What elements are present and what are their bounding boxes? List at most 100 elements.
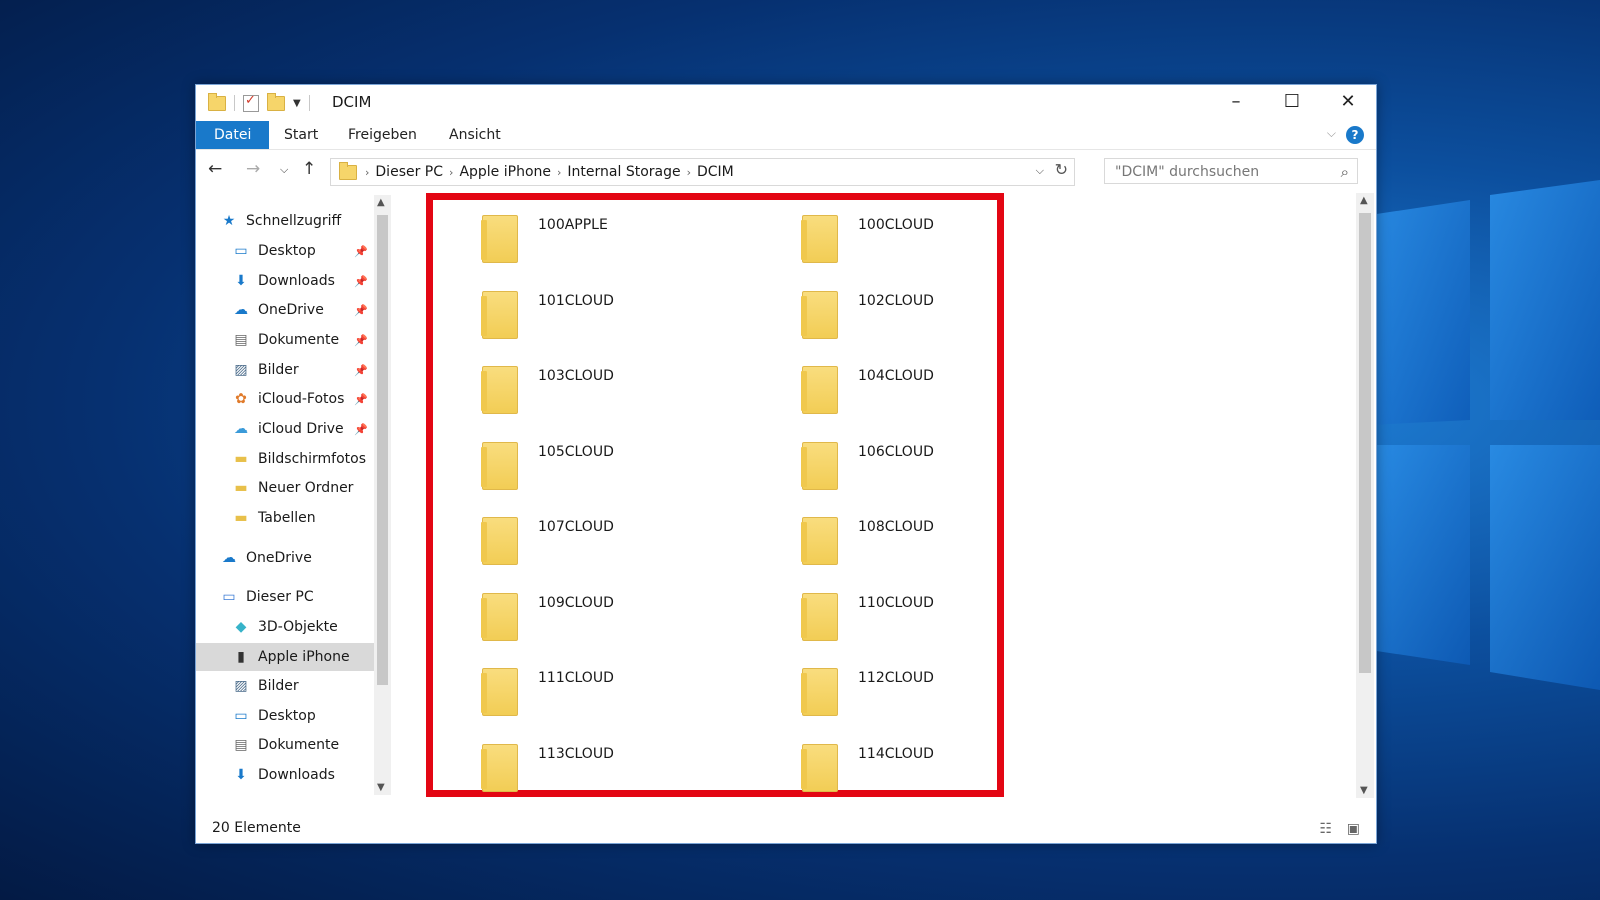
sidebar-item-desktop[interactable]: ▭ Desktop 📌 xyxy=(196,237,374,265)
sidebar-item-bildschirmfotos[interactable]: ▬ Bildschirmfotos xyxy=(196,445,374,473)
folder-name: 106CLOUD xyxy=(858,443,934,460)
sidebar-item-bilder[interactable]: ▨ Bilder 📌 xyxy=(196,356,374,384)
pin-icon[interactable]: 📌 xyxy=(354,423,368,436)
computer-icon: ▭ xyxy=(222,589,236,605)
folder-icon xyxy=(801,743,838,792)
sidebar-item-label: iCloud Drive xyxy=(258,421,344,437)
pin-icon[interactable]: 📌 xyxy=(354,334,368,347)
properties-icon[interactable] xyxy=(243,93,259,112)
sidebar-item-onedrive[interactable]: ☁ OneDrive 📌 xyxy=(196,296,374,324)
close-button[interactable]: ✕ xyxy=(1320,85,1376,117)
sidebar-item-label: Dieser PC xyxy=(246,589,314,605)
sidebar-item-downloads[interactable]: ⬇ Downloads 📌 xyxy=(196,267,374,295)
pin-icon[interactable]: 📌 xyxy=(354,245,368,258)
details-view-icon[interactable]: ☷ xyxy=(1319,821,1332,837)
sidebar-item-tabellen[interactable]: ▬ Tabellen xyxy=(196,504,374,532)
sidebar-item-bilder[interactable]: ▨ Bilder xyxy=(196,672,374,700)
breadcrumb-internal-storage[interactable]: Internal Storage xyxy=(567,164,680,180)
sidebar-item-desktop[interactable]: ▭ Desktop xyxy=(196,702,374,730)
sidebar-item-dieser-pc[interactable]: ▭ Dieser PC xyxy=(196,583,374,611)
folder-item[interactable]: 100APPLE xyxy=(466,205,756,265)
folder-item[interactable]: 109CLOUD xyxy=(466,583,756,643)
folder-item[interactable]: 111CLOUD xyxy=(466,658,756,718)
folder-item[interactable]: 112CLOUD xyxy=(786,658,1076,718)
folder-name: 101CLOUD xyxy=(538,292,614,309)
folder-item[interactable]: 114CLOUD xyxy=(786,734,1076,794)
scroll-down-icon[interactable]: ▼ xyxy=(377,782,385,793)
folder-item[interactable]: 105CLOUD xyxy=(466,432,756,492)
pin-icon[interactable]: 📌 xyxy=(354,275,368,288)
new-folder-icon[interactable] xyxy=(267,92,285,111)
folder-item[interactable]: 106CLOUD xyxy=(786,432,1076,492)
photos-icon: ✿ xyxy=(235,391,247,407)
pin-icon[interactable]: 📌 xyxy=(354,393,368,406)
customize-toolbar-icon[interactable]: ▼ xyxy=(293,98,301,109)
sidebar-item-neuer-ordner[interactable]: ▬ Neuer Ordner xyxy=(196,474,374,502)
large-icons-view-icon[interactable]: ▣ xyxy=(1347,821,1360,837)
chevron-right-icon[interactable]: › xyxy=(365,166,369,179)
sidebar-item-onedrive[interactable]: ☁ OneDrive xyxy=(196,544,374,572)
folder-item[interactable]: 103CLOUD xyxy=(466,356,756,416)
document-icon: ▤ xyxy=(234,737,248,753)
folder-item[interactable]: 107CLOUD xyxy=(466,507,756,567)
breadcrumb-apple-iphone[interactable]: Apple iPhone xyxy=(459,164,551,180)
chevron-right-icon[interactable]: › xyxy=(557,166,561,179)
tab-freigeben[interactable]: Freigeben xyxy=(346,121,419,149)
scroll-thumb[interactable] xyxy=(377,215,388,685)
minimize-button[interactable]: – xyxy=(1208,85,1264,117)
folder-item[interactable]: 104CLOUD xyxy=(786,356,1076,416)
breadcrumb-dieser-pc[interactable]: Dieser PC xyxy=(375,164,443,180)
forward-icon[interactable]: → xyxy=(246,159,260,179)
sidebar-item-icloud-drive[interactable]: ☁ iCloud Drive 📌 xyxy=(196,415,374,443)
sidebar-item-apple-iphone[interactable]: ▮ Apple iPhone xyxy=(196,643,374,671)
sidebar-item-dokumente[interactable]: ▤ Dokumente xyxy=(196,731,374,759)
sidebar-item-dokumente[interactable]: ▤ Dokumente 📌 xyxy=(196,326,374,354)
sidebar-item-3d-objekte[interactable]: ◆ 3D-Objekte xyxy=(196,613,374,641)
search-icon[interactable]: ⌕ xyxy=(1341,159,1349,185)
folder-item[interactable]: 101CLOUD xyxy=(466,281,756,341)
folder-item[interactable]: 113CLOUD xyxy=(466,734,756,794)
folder-icon xyxy=(339,161,357,180)
tab-start[interactable]: Start xyxy=(282,121,320,149)
breadcrumb-dcim[interactable]: DCIM xyxy=(697,164,734,180)
up-icon[interactable]: ↑ xyxy=(302,159,316,179)
folder-item[interactable]: 100CLOUD xyxy=(786,205,1076,265)
folder-name: 109CLOUD xyxy=(538,594,614,611)
maximize-button[interactable]: ☐ xyxy=(1264,85,1320,117)
scroll-down-icon[interactable]: ▼ xyxy=(1360,785,1368,796)
sidebar-scrollbar[interactable]: ▲ ▼ xyxy=(374,195,391,795)
scroll-up-icon[interactable]: ▲ xyxy=(1360,195,1368,206)
address-bar[interactable]: › Dieser PC › Apple iPhone › Internal St… xyxy=(330,158,1075,186)
expand-ribbon-icon[interactable]: ⌵ xyxy=(1327,126,1336,141)
back-icon[interactable]: ← xyxy=(208,159,222,179)
recent-locations-icon[interactable]: ⌵ xyxy=(280,163,288,177)
star-icon: ★ xyxy=(222,213,236,229)
title-bar: ▼ DCIM – ☐ ✕ xyxy=(196,85,1376,119)
folder-item[interactable]: 108CLOUD xyxy=(786,507,1076,567)
address-history-icon[interactable]: ⌵ xyxy=(1036,164,1044,178)
pin-icon[interactable]: 📌 xyxy=(354,364,368,377)
tab-datei[interactable]: Datei xyxy=(196,121,270,149)
chevron-right-icon[interactable]: › xyxy=(449,166,453,179)
folder-icon xyxy=(801,592,838,641)
sidebar-item-label: Desktop xyxy=(258,708,316,724)
sidebar-item-icloud-fotos[interactable]: ✿ iCloud-Fotos 📌 xyxy=(196,385,374,413)
sidebar-item-schnellzugriff[interactable]: ★ Schnellzugriff xyxy=(196,207,374,235)
content-scrollbar[interactable]: ▲ ▼ xyxy=(1356,193,1374,798)
help-icon[interactable]: ? xyxy=(1346,126,1364,144)
document-icon: ▤ xyxy=(234,332,248,348)
folder-icon xyxy=(481,517,518,565)
sidebar-item-label: Dokumente xyxy=(258,737,340,753)
folder-item[interactable]: 102CLOUD xyxy=(786,281,1076,341)
sidebar-item-downloads[interactable]: ⬇ Downloads xyxy=(196,761,374,789)
search-input[interactable]: "DCIM" durchsuchen ⌕ xyxy=(1104,158,1358,184)
folder-icon xyxy=(208,92,226,111)
pin-icon[interactable]: 📌 xyxy=(354,304,368,317)
folder-item[interactable]: 110CLOUD xyxy=(786,583,1076,643)
folder-icon xyxy=(481,743,518,792)
refresh-icon[interactable]: ↻ xyxy=(1055,160,1068,179)
chevron-right-icon[interactable]: › xyxy=(687,166,691,179)
scroll-thumb[interactable] xyxy=(1359,213,1371,673)
scroll-up-icon[interactable]: ▲ xyxy=(377,197,385,208)
tab-ansicht[interactable]: Ansicht xyxy=(447,121,503,149)
